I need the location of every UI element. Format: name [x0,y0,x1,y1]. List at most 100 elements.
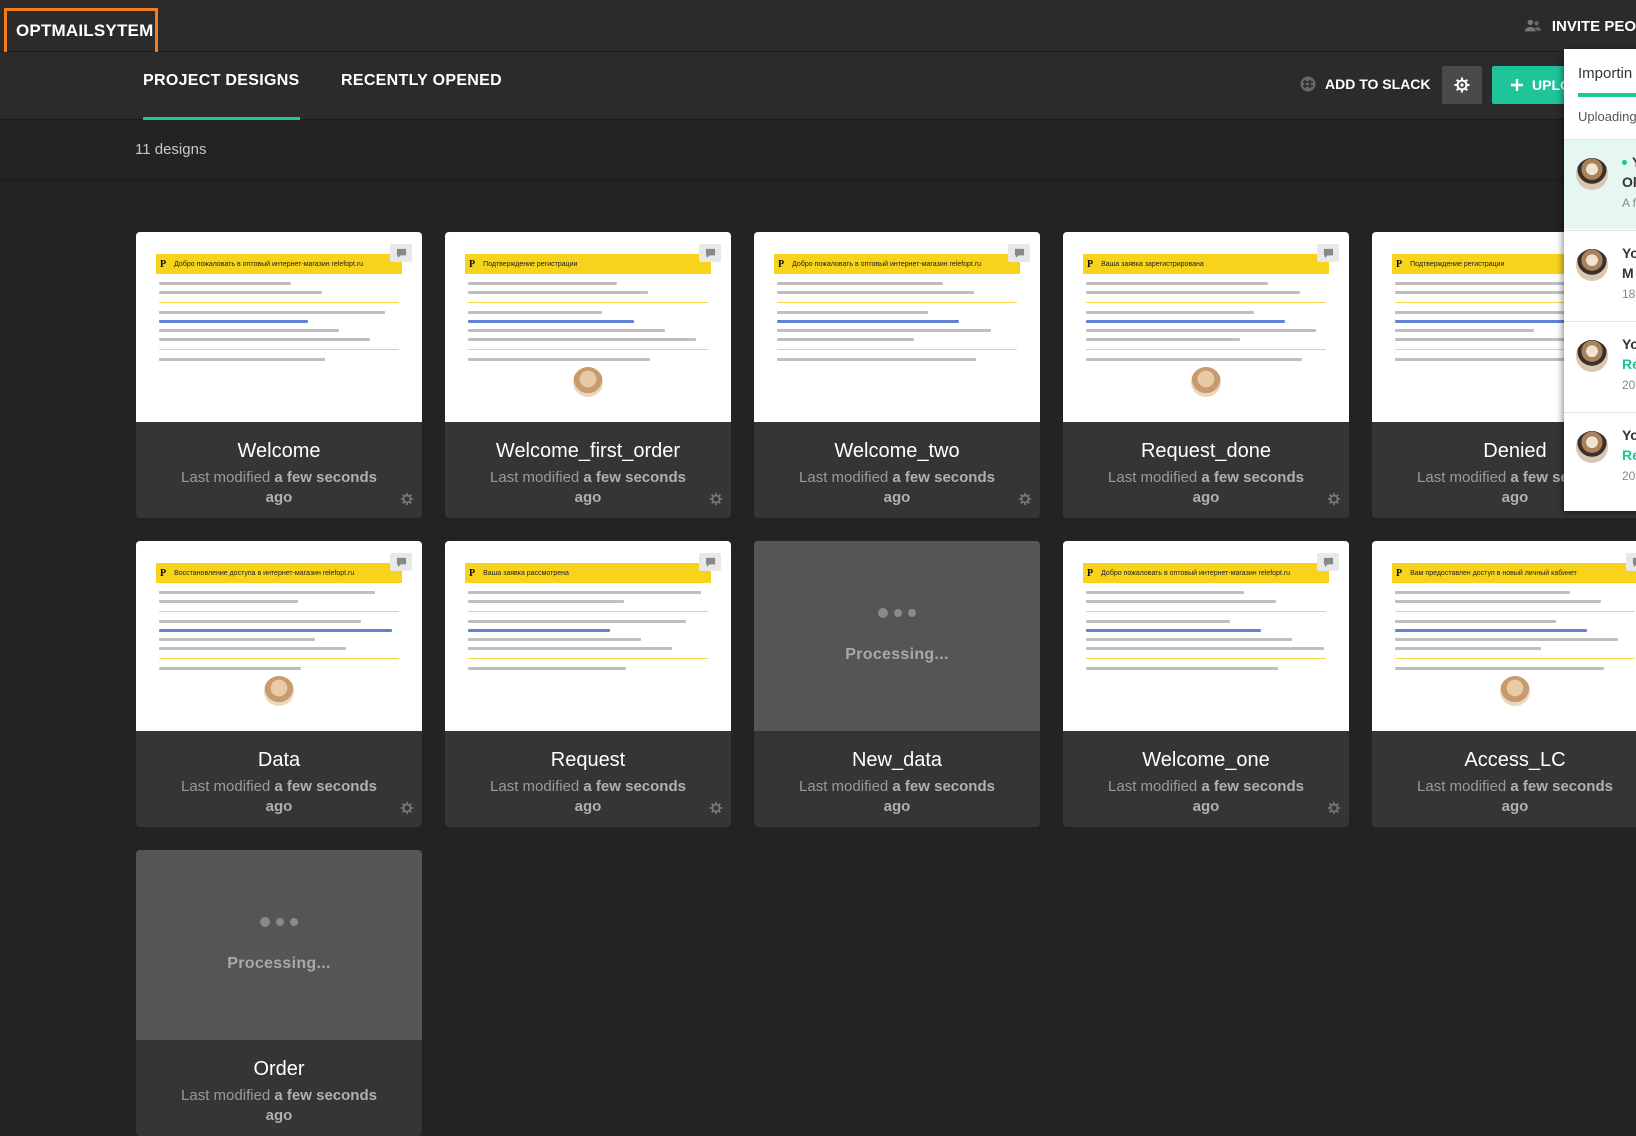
email-header-text: Добро пожаловать в оптовый интернет-мага… [1101,569,1291,577]
email-text-line [468,600,624,603]
brand-logo-icon: P [160,567,167,579]
email-header: P Ваша заявка рассмотрена [465,563,711,583]
last-modified-time: a few seconds ago [574,778,686,815]
gear-icon[interactable] [1018,492,1032,506]
comment-icon[interactable] [1626,553,1636,571]
last-modified-time: a few seconds ago [1192,469,1304,506]
notification-item[interactable]: Yo Re 20 [1564,412,1636,502]
manager-avatar [1500,676,1530,706]
design-name[interactable]: Request [445,749,731,772]
design-name[interactable]: Welcome_one [1063,749,1349,772]
design-thumbnail[interactable]: P Добро пожаловать в оптовый интернет-маг… [754,232,1040,422]
slack-icon [1300,76,1316,92]
gear-icon[interactable] [400,492,414,506]
email-text-line [468,291,648,294]
design-thumbnail[interactable]: Processing... [136,850,422,1040]
design-name[interactable]: Access_LC [1372,749,1636,772]
design-card[interactable]: P Восстановление доступа в интернет-магаз… [136,541,422,827]
project-title[interactable]: OPTMAILSYTEM [4,8,158,55]
plus-icon [1511,79,1523,91]
designs-count: 11 designs [135,141,207,158]
email-text-line [777,349,1017,350]
email-text-line [468,311,603,314]
last-modified: Last modified a few seconds ago [1093,777,1319,817]
notification-subject: M [1622,265,1634,281]
design-thumbnail[interactable]: P Добро пожаловать в оптовый интернет-маг… [136,232,422,422]
design-name[interactable]: New_data [754,749,1040,772]
invite-label: INVITE PEO [1551,17,1636,35]
email-header-text: Подтверждение регистрации [1410,260,1505,268]
add-to-slack-button[interactable]: ADD TO SLACK [1300,76,1431,92]
comment-icon[interactable] [699,553,721,571]
comment-icon[interactable] [1317,244,1339,262]
gear-icon[interactable] [1327,801,1341,815]
design-name[interactable]: Welcome_first_order [445,440,731,463]
design-thumbnail[interactable]: P Ваша заявка рассмотрена [445,541,731,731]
email-text-line [1395,667,1604,670]
email-text-line [1395,620,1556,623]
tab-recently-opened[interactable]: RECENTLY OPENED [341,72,502,120]
gear-icon[interactable] [709,801,723,815]
email-preview: P Подтверждение регистрации [465,254,711,422]
comment-icon[interactable] [699,244,721,262]
last-modified-prefix: Last modified [799,469,889,486]
email-header-text: Восстановление доступа в интернет-магази… [174,569,355,577]
design-card[interactable]: Processing... New_data Last modified a few… [754,541,1040,827]
settings-button[interactable] [1442,66,1482,104]
notification-item[interactable]: Yo Re 20 [1564,321,1636,411]
design-card[interactable]: Processing... Order Last modified a few se… [136,850,422,1136]
notification-title: Yo [1622,245,1636,261]
email-text-line [159,329,339,332]
design-card[interactable]: P Подтверждение регистрации Welcome_first_… [445,232,731,518]
notification-title: Yo [1622,336,1636,352]
user-avatar [1576,249,1608,281]
email-text-line [468,667,627,670]
notification-item[interactable]: Yo M 18 [1564,230,1636,320]
brand-logo-icon: P [1396,258,1403,270]
email-header-text: Ваша заявка зарегистрирована [1101,260,1204,268]
design-thumbnail[interactable]: P Вам предоставлен доступ в новый личный … [1372,541,1636,731]
email-text-line [777,311,929,314]
email-text-line [468,358,651,361]
notification-subject: Ol [1622,174,1636,190]
comment-icon[interactable] [1317,553,1339,571]
design-thumbnail[interactable]: P Подтверждение регистрации [445,232,731,422]
last-modified: Last modified a few seconds ago [166,777,392,817]
design-card[interactable]: P Ваша заявка зарегистрирована Request_don… [1063,232,1349,518]
invite-people-button[interactable]: INVITE PEO [1524,0,1636,52]
email-preview: P Вам предоставлен доступ в новый личный … [1392,563,1636,731]
design-name[interactable]: Welcome [136,440,422,463]
design-card[interactable]: P Добро пожаловать в оптовый интернет-маг… [754,232,1040,518]
email-text-line [159,591,375,594]
add-to-slack-label: ADD TO SLACK [1325,76,1431,92]
gear-icon[interactable] [400,801,414,815]
comment-icon[interactable] [1008,244,1030,262]
email-text-line [159,311,385,314]
email-text-line [1395,638,1619,641]
design-card[interactable]: P Добро пожаловать в оптовый интернет-маг… [1063,541,1349,827]
design-card[interactable]: P Вам предоставлен доступ в новый личный … [1372,541,1636,827]
user-avatar [1576,431,1608,463]
design-thumbnail[interactable]: P Добро пожаловать в оптовый интернет-маг… [1063,541,1349,731]
last-modified-prefix: Last modified [181,469,271,486]
design-card[interactable]: P Ваша заявка рассмотрена Request Last modi… [445,541,731,827]
design-name[interactable]: Request_done [1063,440,1349,463]
comment-icon[interactable] [390,244,412,262]
design-thumbnail[interactable]: P Ваша заявка зарегистрирована [1063,232,1349,422]
design-name[interactable]: Data [136,749,422,772]
email-text-line [468,329,665,332]
gear-icon[interactable] [1327,492,1341,506]
design-thumbnail[interactable]: Processing... [754,541,1040,731]
design-name[interactable]: Order [136,1058,422,1081]
last-modified-time: a few seconds ago [265,778,377,815]
tab-project-designs[interactable]: PROJECT DESIGNS [143,72,300,120]
email-text-line [468,320,634,323]
last-modified-prefix: Last modified [1417,778,1507,795]
design-thumbnail[interactable]: P Восстановление доступа в интернет-магаз… [136,541,422,731]
notification-item[interactable]: Y Ol A f [1564,139,1636,229]
design-name[interactable]: Welcome_two [754,440,1040,463]
design-card[interactable]: P Добро пожаловать в оптовый интернет-маг… [136,232,422,518]
gear-icon[interactable] [709,492,723,506]
last-modified: Last modified a few seconds ago [784,468,1010,508]
comment-icon[interactable] [390,553,412,571]
